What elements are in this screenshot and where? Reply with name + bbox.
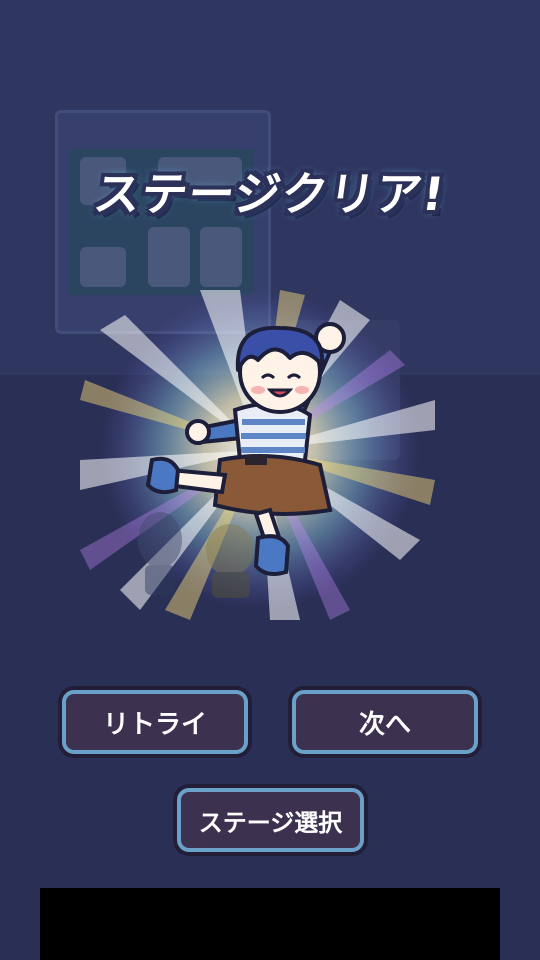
next-button[interactable]: 次へ	[292, 690, 478, 754]
retry-button[interactable]: リトライ	[62, 690, 248, 754]
ad-banner	[40, 888, 500, 960]
hero-character	[138, 322, 346, 598]
stage-clear-title: ステージクリア!	[90, 167, 449, 221]
stage-select-button[interactable]: ステージ選択	[177, 788, 364, 852]
